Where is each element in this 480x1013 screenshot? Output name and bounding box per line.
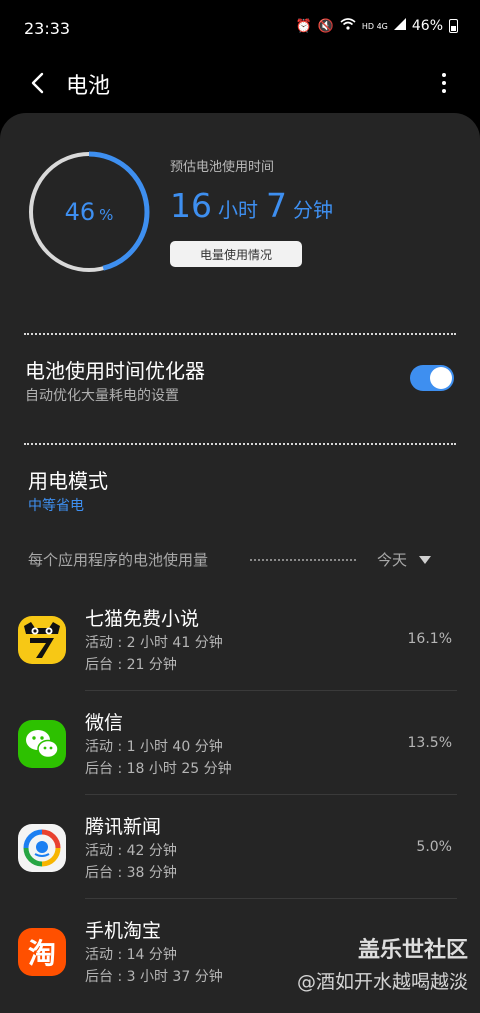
estimate-label: 预估电池使用时间 bbox=[170, 160, 275, 175]
row-divider bbox=[85, 898, 457, 899]
optimizer-toggle[interactable] bbox=[410, 365, 454, 391]
status-icons: ⏰ 🔇 HD 4G 46% bbox=[295, 18, 458, 34]
network-type-label: HD 4G bbox=[361, 21, 388, 31]
alarm-icon: ⏰ bbox=[295, 18, 312, 34]
minutes-unit: 分钟 bbox=[293, 198, 333, 222]
app-background-time: 后台 : 3 小时 37 分钟 bbox=[85, 969, 223, 985]
battery-icon bbox=[449, 19, 458, 33]
dropdown-caret-icon bbox=[419, 555, 432, 564]
hours-unit: 小时 bbox=[218, 198, 258, 222]
app-name: 手机淘宝 bbox=[85, 920, 162, 942]
status-time: 23:33 bbox=[24, 19, 71, 38]
signal-icon bbox=[393, 18, 406, 34]
app-active-time: 活动 : 1 小时 40 分钟 bbox=[85, 739, 223, 755]
divider bbox=[24, 443, 456, 445]
row-divider bbox=[85, 690, 457, 691]
status-battery-percent: 46% bbox=[411, 18, 443, 34]
more-vertical-icon bbox=[442, 73, 446, 77]
taobao-icon: 淘 bbox=[18, 928, 66, 976]
watermark-author: @酒如开水越喝越淡 bbox=[296, 971, 468, 993]
app-name: 七猫免费小说 bbox=[85, 608, 200, 630]
period-dropdown[interactable]: 今天 bbox=[377, 549, 432, 570]
app-background-time: 后台 : 38 分钟 bbox=[85, 865, 177, 881]
status-bar: 23:33 ⏰ 🔇 HD 4G 46% bbox=[0, 0, 480, 58]
app-background-time: 后台 : 18 小时 25 分钟 bbox=[85, 761, 232, 777]
more-options-button[interactable] bbox=[434, 68, 454, 98]
app-active-time: 活动 : 2 小时 41 分钟 bbox=[85, 635, 223, 651]
estimate-minutes: 7 bbox=[266, 186, 287, 225]
tencent-news-icon bbox=[18, 824, 66, 872]
mute-icon: 🔇 bbox=[317, 18, 334, 34]
qimao-cat-icon bbox=[18, 616, 66, 664]
app-name: 微信 bbox=[85, 712, 124, 734]
app-row[interactable]: 腾讯新闻 活动 : 42 分钟 后台 : 38 分钟 5.0% bbox=[0, 798, 480, 902]
app-background-time: 后台 : 21 分钟 bbox=[85, 657, 177, 673]
estimate-hours: 16 bbox=[170, 186, 212, 225]
app-usage-percent: 5.0% bbox=[416, 839, 452, 855]
app-bar: 电池 bbox=[0, 58, 480, 110]
app-active-time: 活动 : 42 分钟 bbox=[85, 843, 177, 859]
chevron-left-icon bbox=[31, 72, 44, 94]
period-value: 今天 bbox=[377, 551, 408, 569]
optimizer-title[interactable]: 电池使用时间优化器 bbox=[25, 355, 205, 384]
header-divider bbox=[250, 559, 356, 561]
app-row[interactable]: 微信 活动 : 1 小时 40 分钟 后台 : 18 小时 25 分钟 13.5… bbox=[0, 694, 480, 798]
divider bbox=[24, 333, 456, 335]
power-mode-title[interactable]: 用电模式 bbox=[28, 465, 108, 494]
app-usage-percent: 16.1% bbox=[407, 631, 452, 647]
row-divider bbox=[85, 794, 457, 795]
power-mode-value: 中等省电 bbox=[28, 498, 84, 514]
wifi-icon bbox=[340, 18, 356, 34]
app-usage-percent: 13.5% bbox=[407, 735, 452, 751]
battery-usage-button[interactable]: 电量使用情况 bbox=[170, 241, 302, 267]
app-name: 腾讯新闻 bbox=[85, 816, 162, 838]
optimizer-subtitle: 自动优化大量耗电的设置 bbox=[25, 388, 179, 404]
app-usage-header: 每个应用程序的电池使用量 bbox=[28, 551, 209, 569]
battery-percent-sign: % bbox=[99, 206, 114, 224]
estimate-time: 16 小时 7 分钟 bbox=[170, 186, 341, 225]
page-title: 电池 bbox=[66, 74, 111, 99]
app-active-time: 活动 : 14 分钟 bbox=[85, 947, 177, 963]
wechat-icon bbox=[18, 720, 66, 768]
back-button[interactable] bbox=[24, 68, 54, 98]
taobao-icon-text: 淘 bbox=[27, 937, 56, 970]
app-row[interactable]: 七猫免费小说 活动 : 2 小时 41 分钟 后台 : 21 分钟 16.1% bbox=[0, 590, 480, 694]
battery-percent-display: 46 % bbox=[25, 148, 153, 276]
battery-percent-number: 46 bbox=[64, 198, 96, 226]
watermark-title: 盖乐世社区 bbox=[357, 938, 468, 963]
